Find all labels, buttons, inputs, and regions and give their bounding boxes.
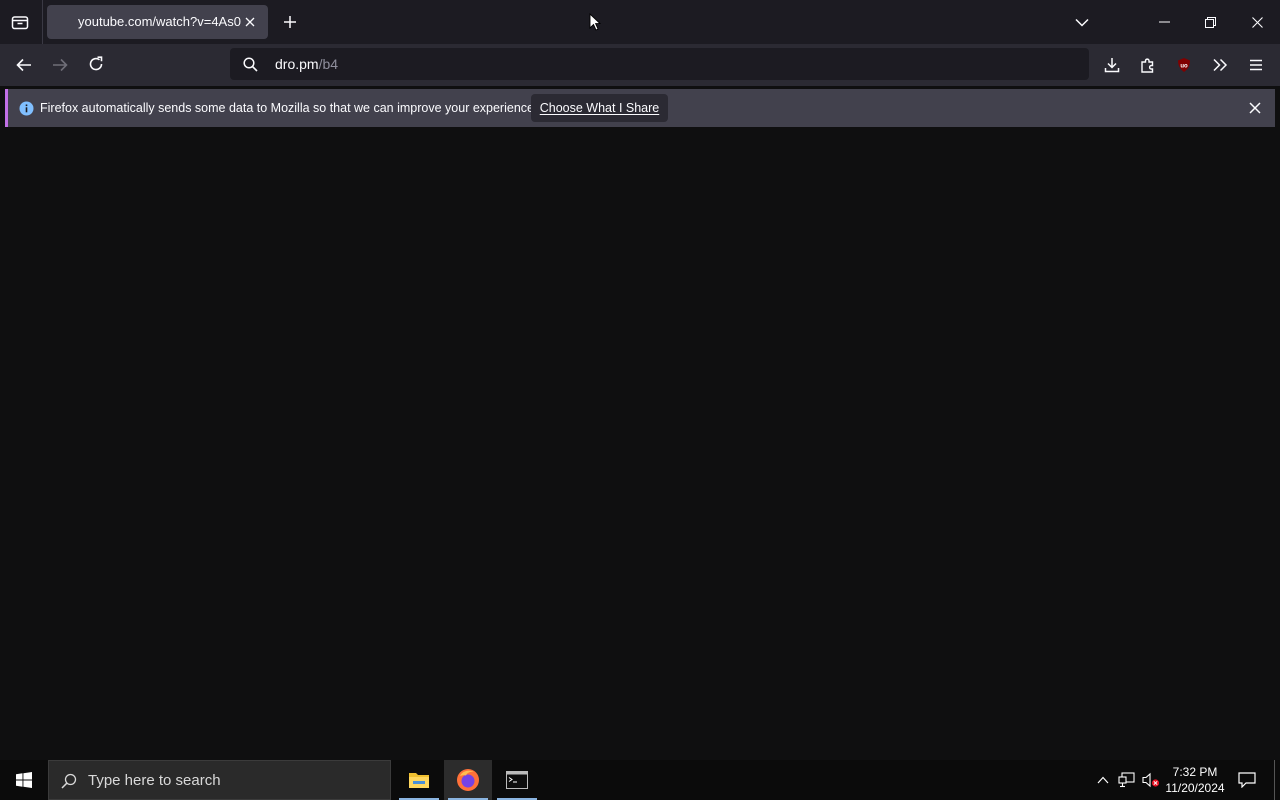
search-icon xyxy=(242,56,258,72)
close-window-icon[interactable] xyxy=(1243,12,1271,32)
search-icon xyxy=(60,772,78,790)
terminal-icon xyxy=(505,769,529,791)
taskbar-terminal[interactable] xyxy=(493,760,541,800)
firefox-icon xyxy=(456,768,480,792)
clock-time: 7:32 PM xyxy=(1172,765,1218,779)
firefox-view-icon[interactable] xyxy=(8,11,32,33)
downloads-icon[interactable] xyxy=(1100,53,1124,77)
forward-icon[interactable] xyxy=(48,53,72,77)
hamburger-menu-icon[interactable] xyxy=(1244,53,1268,77)
close-notification-icon[interactable] xyxy=(1246,99,1264,117)
windows-start-icon[interactable] xyxy=(0,760,48,800)
notification-message: Firefox automatically sends some data to… xyxy=(40,101,538,115)
tab-title: youtube.com/watch?v=4As0e4 xyxy=(78,14,241,29)
divider xyxy=(42,0,43,44)
choose-what-i-share-button[interactable]: Choose What I Share xyxy=(531,94,668,122)
nav-toolbar: dro.pm/b4 uo xyxy=(0,44,1280,86)
windows-taskbar: Type here to search 7:32 PM 11/20/2024 xyxy=(0,760,1280,800)
info-icon xyxy=(18,100,34,116)
notification-center-icon[interactable] xyxy=(1236,769,1258,791)
url-text: dro.pm/b4 xyxy=(275,56,338,72)
data-collection-notification: Firefox automatically sends some data to… xyxy=(5,89,1275,127)
minimize-icon[interactable] xyxy=(1150,12,1178,32)
network-icon[interactable] xyxy=(1116,770,1138,790)
url-host: dro.pm xyxy=(275,56,319,72)
svg-text:uo: uo xyxy=(1180,64,1188,70)
taskbar-firefox[interactable] xyxy=(444,760,492,800)
new-tab-icon[interactable] xyxy=(280,12,300,32)
overflow-menu-icon[interactable] xyxy=(1208,53,1232,77)
url-path: /b4 xyxy=(318,56,339,72)
mouse-cursor-icon xyxy=(588,12,602,32)
list-all-tabs-icon[interactable] xyxy=(1072,12,1092,32)
clock-date: 11/20/2024 xyxy=(1165,781,1225,795)
taskbar-file-explorer[interactable] xyxy=(395,760,443,800)
ublock-origin-icon[interactable]: uo xyxy=(1172,53,1196,77)
reload-icon[interactable] xyxy=(84,52,108,76)
show-desktop-button[interactable] xyxy=(1274,760,1275,800)
close-tab-icon[interactable] xyxy=(242,14,258,30)
tab-bar: youtube.com/watch?v=4As0e4 xyxy=(0,0,1280,44)
show-hidden-icons-chevron-icon[interactable] xyxy=(1093,770,1113,790)
page-content[interactable] xyxy=(0,131,1280,760)
back-icon[interactable] xyxy=(12,53,36,77)
volume-muted-icon[interactable] xyxy=(1140,770,1162,790)
tab-youtube[interactable]: youtube.com/watch?v=4As0e4 xyxy=(47,5,268,39)
taskbar-search-placeholder: Type here to search xyxy=(88,772,221,789)
address-bar[interactable]: dro.pm/b4 xyxy=(230,48,1089,80)
extensions-icon[interactable] xyxy=(1136,53,1160,77)
file-explorer-icon xyxy=(407,769,431,791)
system-clock[interactable]: 7:32 PM 11/20/2024 xyxy=(1162,764,1228,796)
restore-icon[interactable] xyxy=(1196,12,1224,32)
taskbar-search-box[interactable]: Type here to search xyxy=(48,760,391,800)
